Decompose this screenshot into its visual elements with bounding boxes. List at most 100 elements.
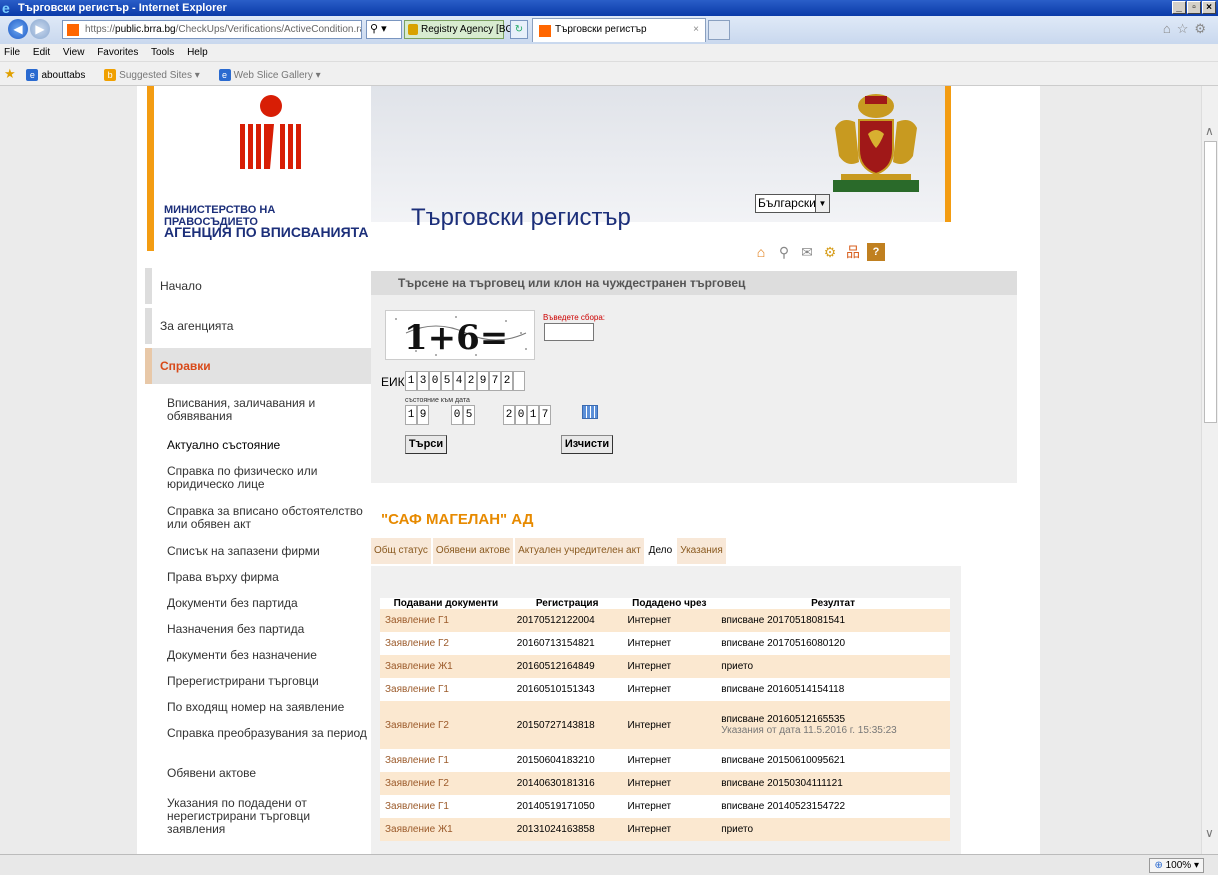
certificate-badge[interactable]: Registry Agency [BG]: [404, 20, 516, 39]
result-cell: вписване 20170516080120: [716, 632, 950, 655]
document-link[interactable]: Заявление Ж1: [380, 655, 512, 678]
sidebar-item-appointments[interactable]: Назначения без партида: [167, 620, 371, 646]
scrollbar-thumb[interactable]: [1204, 141, 1217, 423]
language-select[interactable]: Български ▼: [755, 194, 830, 213]
month-digit[interactable]: 0: [451, 405, 463, 425]
settings-icon[interactable]: ⚙: [821, 243, 839, 261]
vertical-scrollbar[interactable]: ∧ ∨: [1201, 86, 1218, 854]
tab-instructions[interactable]: Указания: [677, 538, 726, 564]
sidebar-item-home[interactable]: Начало: [145, 268, 371, 304]
sidebar-item-docs-no-appointment[interactable]: Документи без назначение: [167, 646, 371, 672]
tab-case[interactable]: Дело: [645, 538, 676, 564]
sidebar-item-registrations[interactable]: Вписвания, заличавания и обявявания: [167, 394, 371, 436]
document-link[interactable]: Заявление Г1: [380, 795, 512, 818]
tab-favicon-icon: [539, 25, 551, 37]
eik-digit[interactable]: 3: [417, 371, 429, 391]
year-digit[interactable]: 1: [527, 405, 539, 425]
fav-suggested-sites[interactable]: b Suggested Sites ▾: [104, 69, 208, 82]
address-bar[interactable]: https://public.brra.bg/CheckUps/Verifica…: [62, 20, 362, 39]
document-link[interactable]: Заявление Г1: [380, 678, 512, 701]
year-digit[interactable]: 7: [539, 405, 551, 425]
tab-general-status[interactable]: Общ статус: [371, 538, 431, 564]
eik-digit[interactable]: 7: [489, 371, 501, 391]
refresh-button[interactable]: ↻: [510, 20, 528, 39]
browser-tab[interactable]: Търговски регистър ×: [532, 18, 706, 42]
eik-digit[interactable]: [513, 371, 525, 391]
fav-web-slice-gallery[interactable]: e Web Slice Gallery ▾: [218, 69, 329, 82]
zoom-control[interactable]: ⊕ 100% ▾: [1149, 858, 1204, 873]
home-icon[interactable]: ⌂: [752, 243, 770, 261]
close-tab-icon[interactable]: ×: [693, 19, 699, 41]
document-link[interactable]: Заявление Ж1: [380, 818, 512, 841]
menu-help[interactable]: Help: [187, 47, 208, 58]
sidebar-item-docs-no-file[interactable]: Документи без партида: [167, 594, 371, 620]
menu-favorites[interactable]: Favorites: [97, 47, 138, 58]
search-button[interactable]: Търси: [405, 435, 447, 454]
minimize-button[interactable]: _: [1172, 1, 1186, 14]
menu-edit[interactable]: Edit: [33, 47, 50, 58]
mail-icon[interactable]: ✉: [798, 243, 816, 261]
day-digit[interactable]: 9: [417, 405, 429, 425]
forward-button[interactable]: ▶: [30, 19, 50, 39]
sidebar-item-about[interactable]: За агенцията: [145, 308, 371, 344]
eik-digit[interactable]: 0: [429, 371, 441, 391]
close-button[interactable]: ×: [1202, 1, 1216, 14]
eik-digit[interactable]: 1: [405, 371, 417, 391]
menu-view[interactable]: View: [63, 47, 85, 58]
search-icon[interactable]: ⚲: [775, 243, 793, 261]
new-tab-button[interactable]: [708, 20, 730, 40]
sidebar-item-current-state[interactable]: Актуално състояние: [167, 436, 371, 462]
col-documents: Подавани документи: [380, 598, 512, 609]
month-digit[interactable]: 5: [463, 405, 475, 425]
scroll-up-icon[interactable]: ∧: [1205, 124, 1214, 138]
help-icon[interactable]: ?: [867, 243, 885, 261]
tab-founding-act[interactable]: Актуален учредителен акт: [515, 538, 644, 564]
favorites-star-icon[interactable]: ☆: [1177, 21, 1195, 36]
eik-digit[interactable]: 2: [501, 371, 513, 391]
sidebar-item-firm-rights[interactable]: Права върху фирма: [167, 568, 371, 594]
sidebar-section-reports[interactable]: Справки: [145, 348, 371, 384]
scroll-down-icon[interactable]: ∨: [1205, 826, 1214, 840]
favorites-star-icon[interactable]: ★: [4, 66, 16, 81]
document-link[interactable]: Заявление Г2: [380, 632, 512, 655]
menu-file[interactable]: File: [4, 47, 20, 58]
submitted-via: Интернет: [622, 678, 717, 701]
eik-input[interactable]: 1 3 0 5 4 2 9 7 2: [405, 371, 525, 391]
eik-digit[interactable]: 5: [441, 371, 453, 391]
sidebar-item-by-number[interactable]: По входящ номер на заявление: [167, 698, 371, 724]
sitemap-icon[interactable]: 品: [844, 243, 862, 261]
registration-number: 20150604183210: [511, 749, 623, 772]
search-dropdown-button[interactable]: ⚲ ▾: [366, 20, 402, 39]
sidebar-item-instructions[interactable]: Указания по подадени от нерегистрирани т…: [167, 794, 371, 846]
calendar-icon[interactable]: [582, 405, 598, 419]
tab-announced-acts[interactable]: Обявени актове: [432, 538, 514, 564]
eik-digit[interactable]: 4: [453, 371, 465, 391]
document-link[interactable]: Заявление Г1: [380, 749, 512, 772]
sidebar-item-reregistered[interactable]: Пререгистрирани търговци: [167, 672, 371, 698]
eik-digit[interactable]: 2: [465, 371, 477, 391]
header-toolbar: ⌂ ⚲ ✉ ⚙ 品 ?: [752, 243, 885, 261]
eik-digit[interactable]: 9: [477, 371, 489, 391]
document-link[interactable]: Заявление Г2: [380, 701, 512, 749]
document-link[interactable]: Заявление Г2: [380, 772, 512, 795]
clear-button[interactable]: Изчисти: [561, 435, 613, 454]
year-digit[interactable]: 0: [515, 405, 527, 425]
year-digit[interactable]: 2: [503, 405, 515, 425]
day-input[interactable]: 1 9: [405, 405, 429, 425]
maximize-button[interactable]: ▫: [1187, 1, 1201, 14]
sidebar-item-person-lookup[interactable]: Справка по физическо или юридическо лице: [167, 462, 371, 502]
captcha-sum-input[interactable]: [544, 323, 594, 341]
gear-icon[interactable]: ⚙: [1194, 21, 1212, 36]
sidebar-item-transformations[interactable]: Справка преобразувания за период: [167, 724, 371, 764]
sidebar-item-announced-acts[interactable]: Обявени актове: [167, 764, 371, 794]
day-digit[interactable]: 1: [405, 405, 417, 425]
sidebar-item-reserved-firms[interactable]: Списък на запазени фирми: [167, 542, 371, 568]
home-icon[interactable]: ⌂: [1163, 21, 1177, 36]
sidebar-item-circumstance[interactable]: Справка за вписано обстоятелство или обя…: [167, 502, 371, 542]
fav-abouttabs[interactable]: e abouttabs: [26, 69, 93, 82]
menu-tools[interactable]: Tools: [151, 47, 174, 58]
year-input[interactable]: 2 0 1 7: [503, 405, 551, 425]
month-input[interactable]: 0 5: [451, 405, 475, 425]
back-button[interactable]: ◀: [8, 19, 28, 39]
document-link[interactable]: Заявление Г1: [380, 609, 512, 632]
